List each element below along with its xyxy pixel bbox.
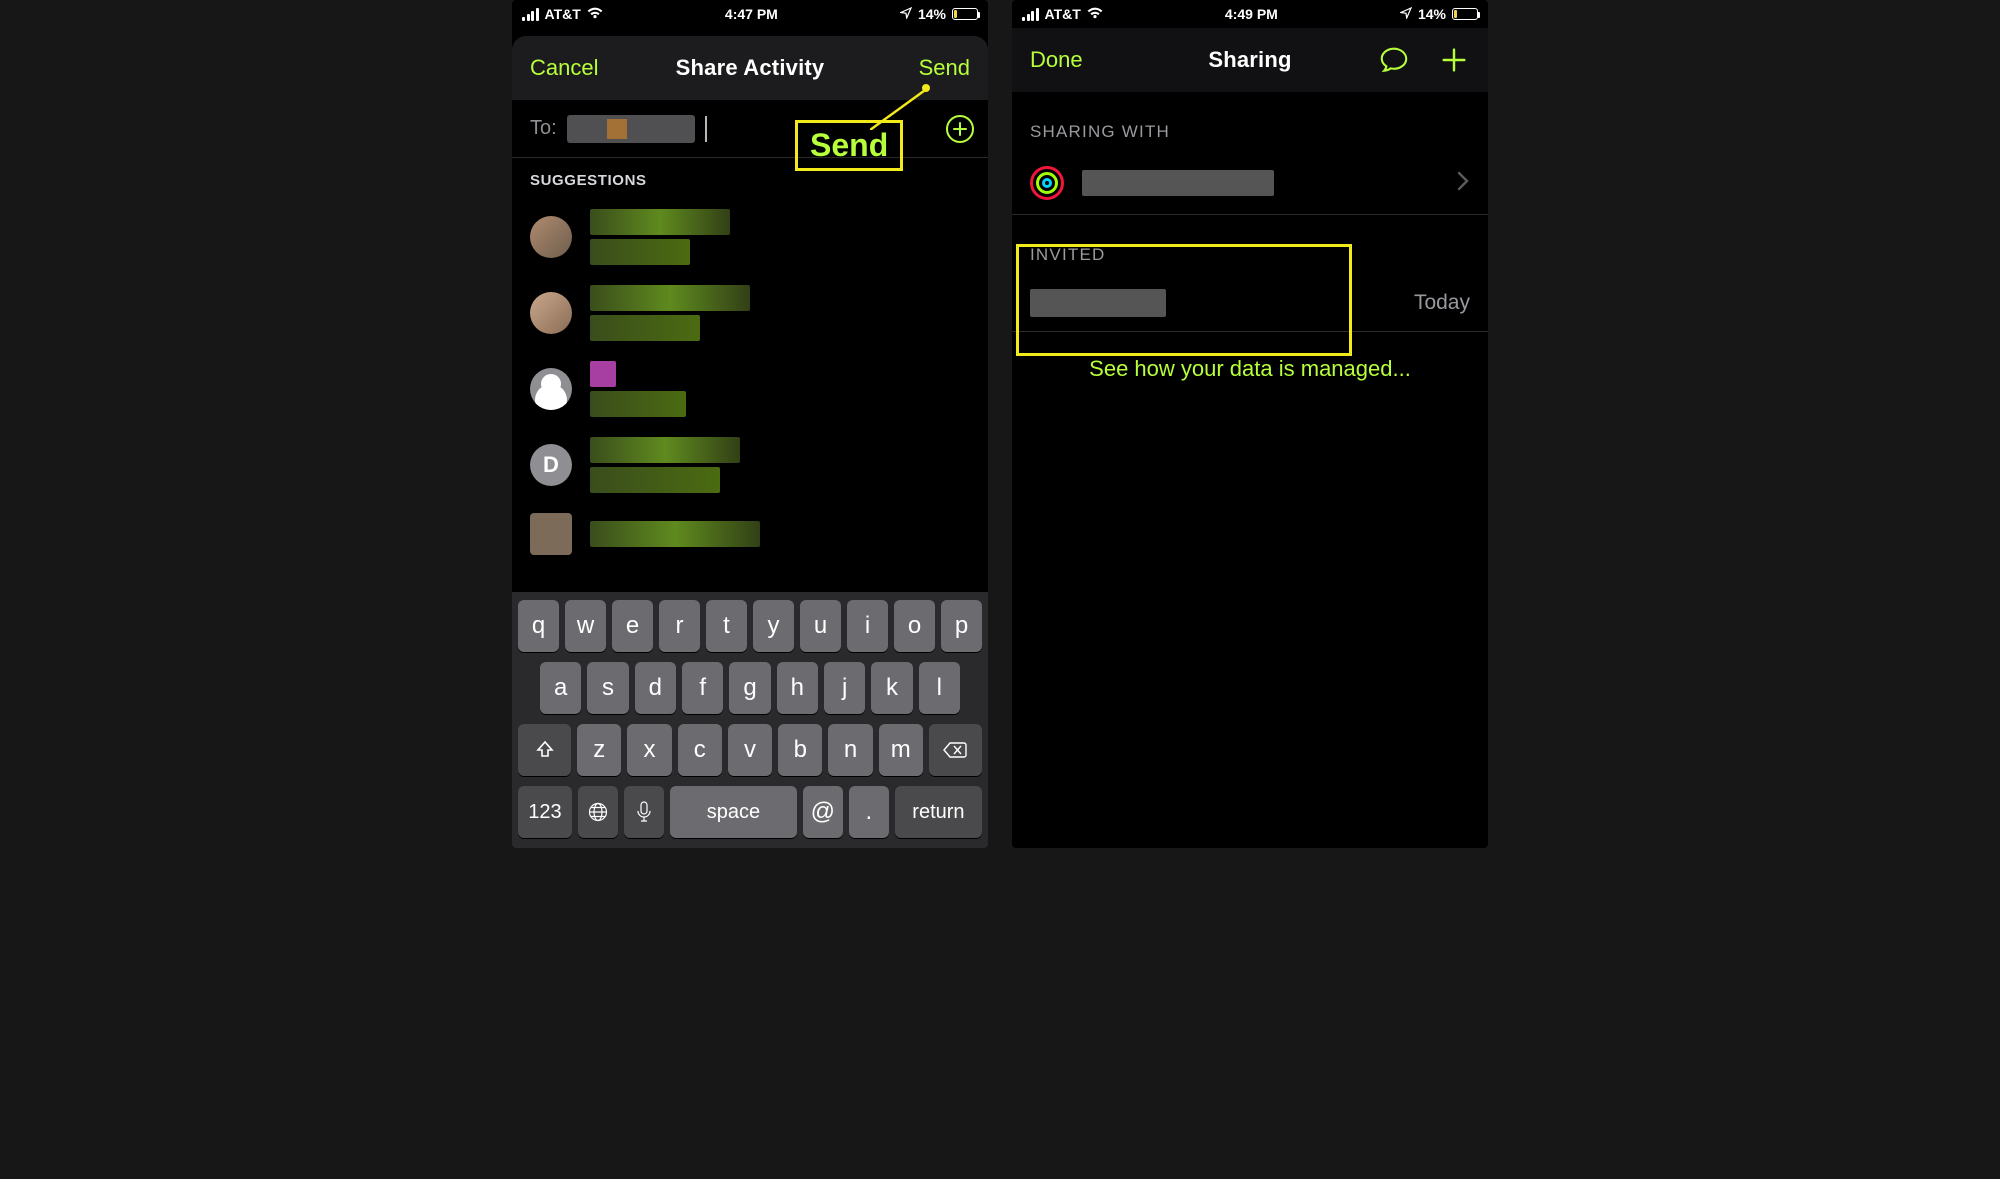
key-at[interactable]: @ [803,786,843,838]
carrier-label: AT&T [545,6,581,22]
avatar-icon [530,513,572,555]
avatar-icon [530,292,572,334]
key-d[interactable]: d [635,662,676,714]
contact-name-redacted [1082,170,1274,196]
key-l[interactable]: l [919,662,960,714]
key-h[interactable]: h [777,662,818,714]
battery-percent: 14% [1418,6,1446,22]
keyboard: q w e r t y u i o p a s d f g h j k l z … [512,592,988,848]
status-time: 4:47 PM [725,6,778,22]
key-m[interactable]: m [879,724,923,776]
sharing-with-row[interactable] [1012,152,1488,215]
key-s[interactable]: s [587,662,628,714]
key-n[interactable]: n [828,724,872,776]
cancel-button[interactable]: Cancel [530,55,598,81]
key-space[interactable]: space [670,786,797,838]
phone-share-activity: AT&T 4:47 PM 14% Cancel Share Activity S… [512,0,988,848]
add-icon[interactable] [1438,44,1470,76]
nav-bar: Cancel Share Activity Send [512,36,988,100]
key-j[interactable]: j [824,662,865,714]
key-r[interactable]: r [659,600,700,652]
key-u[interactable]: u [800,600,841,652]
status-bar: AT&T 4:47 PM 14% [512,0,988,28]
key-w[interactable]: w [565,600,606,652]
suggestion-row[interactable] [512,199,988,275]
suggestion-row[interactable]: D [512,427,988,503]
key-z[interactable]: z [577,724,621,776]
keyboard-row-2: a s d f g h j k l [518,662,982,714]
signal-icon [1022,8,1039,21]
key-e[interactable]: e [612,600,653,652]
recipient-chip[interactable] [567,115,695,143]
location-icon [1400,6,1412,22]
key-mic[interactable] [624,786,664,838]
key-i[interactable]: i [847,600,888,652]
carrier-label: AT&T [1045,6,1081,22]
avatar-letter-icon: D [530,444,572,486]
to-row: To: [512,100,988,158]
key-f[interactable]: f [682,662,723,714]
annotation-highlight [1016,244,1352,356]
key-return[interactable]: return [895,786,982,838]
keyboard-row-4: 123 space @ . return [518,786,982,838]
message-icon[interactable] [1378,44,1410,76]
key-v[interactable]: v [728,724,772,776]
status-bar: AT&T 4:49 PM 14% [1012,0,1488,28]
sharing-with-header: SHARING WITH [1012,92,1488,152]
keyboard-row-3: z x c v b n m [518,724,982,776]
chevron-right-icon [1456,167,1470,199]
keyboard-row-1: q w e r t y u i o p [518,600,982,652]
send-button[interactable]: Send [919,55,970,81]
avatar-generic-icon [530,368,572,410]
suggestion-row[interactable] [512,503,988,565]
battery-percent: 14% [918,6,946,22]
text-caret [705,116,707,142]
add-contact-button[interactable] [946,115,974,143]
to-label: To: [530,117,557,140]
annotation-dot [922,84,930,92]
wifi-icon [1087,6,1103,23]
nav-bar: Done Sharing [1012,28,1488,92]
suggestion-row[interactable] [512,351,988,427]
key-dot[interactable]: . [849,786,889,838]
avatar-icon [530,216,572,258]
location-icon [900,6,912,22]
key-g[interactable]: g [729,662,770,714]
battery-icon [952,8,978,20]
status-time: 4:49 PM [1225,6,1278,22]
key-q[interactable]: q [518,600,559,652]
key-b[interactable]: b [778,724,822,776]
invited-time: Today [1414,291,1470,315]
done-button[interactable]: Done [1030,47,1083,73]
key-123[interactable]: 123 [518,786,572,838]
key-x[interactable]: x [627,724,671,776]
suggestion-row[interactable] [512,275,988,351]
activity-rings-icon [1030,166,1064,200]
key-o[interactable]: o [894,600,935,652]
key-shift[interactable] [518,724,571,776]
key-t[interactable]: t [706,600,747,652]
annotation-send-callout: Send [795,120,903,171]
wifi-icon [587,6,603,23]
key-globe[interactable] [578,786,618,838]
key-c[interactable]: c [678,724,722,776]
key-y[interactable]: y [753,600,794,652]
key-backspace[interactable] [929,724,982,776]
battery-icon [1452,8,1478,20]
key-k[interactable]: k [871,662,912,714]
suggestions-header: SUGGESTIONS [512,158,988,199]
key-a[interactable]: a [540,662,581,714]
phone-sharing: AT&T 4:49 PM 14% Done Sharing SHARING WI… [1012,0,1488,848]
signal-icon [522,8,539,21]
key-p[interactable]: p [941,600,982,652]
